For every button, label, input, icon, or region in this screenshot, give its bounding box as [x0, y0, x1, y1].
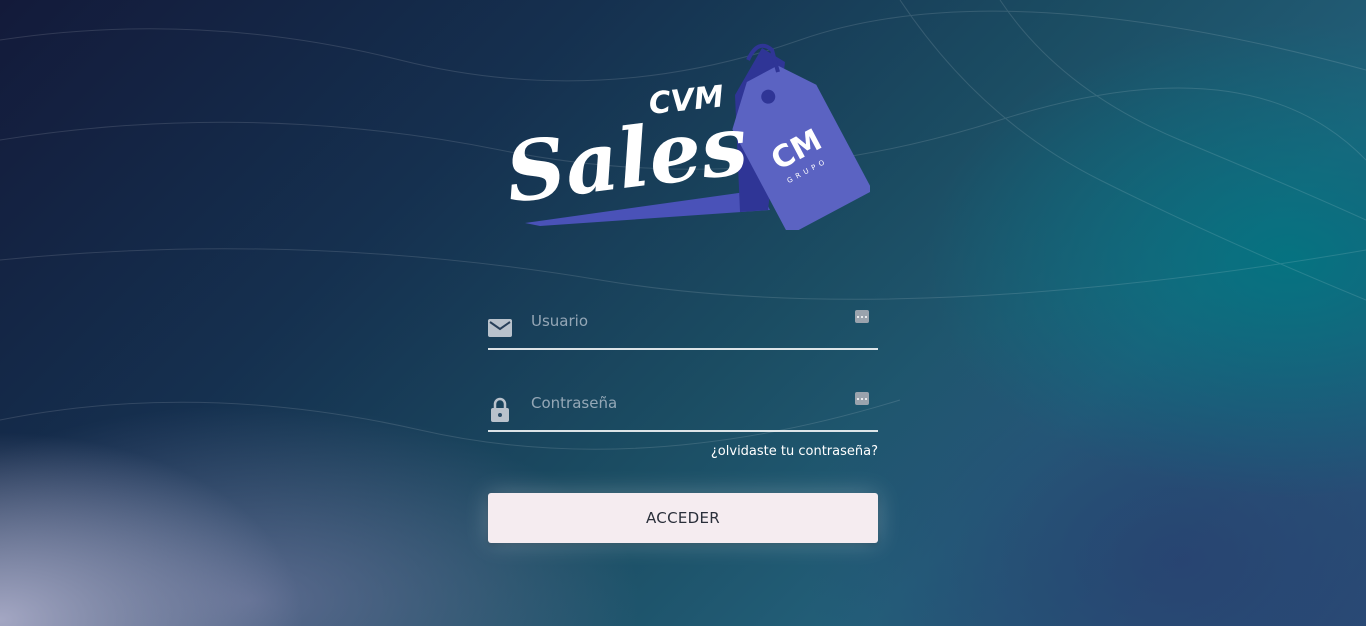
username-input[interactable]: [531, 308, 848, 334]
username-field: [488, 290, 878, 350]
lock-icon: [488, 397, 512, 422]
acceder-button[interactable]: ACCEDER: [488, 493, 878, 543]
autofill-icon[interactable]: [855, 392, 869, 405]
login-form: ¿olvidaste tu contraseña? ACCEDER: [488, 290, 878, 543]
autofill-icon[interactable]: [855, 310, 869, 323]
forgot-password-link[interactable]: ¿olvidaste tu contraseña?: [488, 444, 878, 459]
password-input[interactable]: [531, 390, 848, 416]
cvm-sales-logo: CM GRUPO CVM Sales: [501, 43, 870, 230]
password-field: [488, 372, 878, 432]
mail-icon: [488, 316, 512, 340]
